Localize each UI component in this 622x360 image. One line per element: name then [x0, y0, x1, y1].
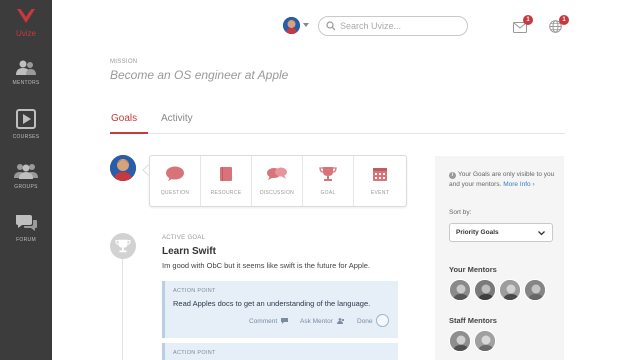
action-point-card: ACTION POINT [162, 343, 398, 360]
sidebar-item-label: FORUM [16, 237, 36, 243]
discussion-icon [267, 167, 287, 180]
question-button[interactable]: QUESTION [150, 156, 201, 206]
sidebar-item-mentors[interactable]: MENTORS [0, 60, 52, 86]
sidebar: Uvize MENTORS COURSES GROUPS FORUM [0, 0, 52, 360]
action-point-label: ACTION POINT [173, 288, 216, 294]
resource-label: RESOURCE [210, 190, 242, 196]
goal-description: Im good with ObC but it seems like swift… [162, 261, 371, 270]
search-box[interactable] [318, 16, 468, 36]
question-label: QUESTION [160, 190, 190, 196]
info-icon: i [449, 172, 456, 179]
sort-dropdown[interactable]: Priority Goals [449, 223, 553, 242]
sidebar-item-forum[interactable]: FORUM [0, 213, 52, 243]
book-icon [220, 167, 232, 181]
goal-label: GOAL [320, 190, 336, 196]
ask-mentor-button[interactable]: Ask Mentor [300, 318, 345, 325]
active-tab-indicator [110, 132, 148, 134]
app-root: Uvize MENTORS COURSES GROUPS FORUM Searc… [0, 0, 622, 360]
uvize-logo-icon [17, 8, 35, 23]
chevron-down-icon [538, 231, 545, 236]
more-info-link[interactable]: More Info › [503, 181, 534, 188]
ask-mentor-label: Ask Mentor [300, 318, 333, 325]
current-user-avatar [110, 155, 136, 181]
action-point-label: ACTION POINT [173, 350, 216, 356]
comment-label: Comment [249, 318, 278, 325]
brand-name: Uvize [15, 29, 36, 38]
your-mentors-title: Your Mentors [449, 265, 497, 274]
event-button[interactable]: EVENT [354, 156, 406, 206]
messages-badge: 1 [523, 15, 533, 25]
goal-button[interactable]: GOAL [303, 156, 354, 206]
discussion-label: DISCUSSION [259, 190, 295, 196]
goal-marker [110, 233, 136, 259]
timeline-line [122, 255, 123, 360]
discussion-button[interactable]: DISCUSSION [252, 156, 303, 206]
notifications-badge: 1 [559, 15, 569, 25]
tabs-divider [110, 133, 565, 134]
sidebar-item-label: GROUPS [14, 184, 38, 190]
notifications-button[interactable]: 1 [549, 15, 569, 38]
sidebar-item-label: MENTORS [12, 80, 40, 86]
search-icon [326, 21, 336, 31]
speech-bubble-icon [166, 166, 184, 181]
comment-button[interactable]: Comment [249, 318, 288, 325]
mission-label: MISSION [110, 59, 138, 65]
goal-title[interactable]: Learn Swift [162, 246, 216, 257]
search-input[interactable] [340, 19, 462, 33]
action-point-card: ACTION POINT Read Apples docs to get an … [162, 281, 398, 338]
avatar-image [283, 17, 300, 34]
mission-title: Become an OS engineer at Apple [110, 68, 289, 82]
tab-goals[interactable]: Goals [111, 113, 137, 124]
tab-activity[interactable]: Activity [161, 113, 193, 124]
mentors-icon [16, 60, 36, 75]
event-label: EVENT [370, 190, 390, 196]
calendar-icon [373, 168, 387, 181]
action-point-text: Read Apples docs to get an understanding… [173, 299, 371, 308]
mentor-avatar[interactable] [524, 279, 546, 301]
mentor-avatar[interactable] [499, 279, 521, 301]
play-icon [16, 109, 36, 129]
goals-sidebar-panel: i Your Goals are only visible to you and … [435, 156, 564, 360]
resource-button[interactable]: RESOURCE [201, 156, 252, 206]
sidebar-item-groups[interactable]: GROUPS [0, 162, 52, 190]
groups-icon [14, 164, 38, 179]
forum-icon [16, 215, 37, 231]
user-avatar[interactable] [283, 17, 300, 34]
mentor-avatar[interactable] [474, 279, 496, 301]
uvize-logo[interactable]: Uvize [0, 6, 52, 46]
user-menu-chevron-down-icon[interactable] [303, 23, 309, 27]
sidebar-item-label: COURSES [12, 134, 40, 140]
avatar-image [110, 155, 136, 181]
done-label: Done [357, 318, 373, 325]
staff-mentors-title: Staff Mentors [449, 316, 497, 325]
visibility-info: i Your Goals are only visible to you and … [449, 170, 561, 190]
trophy-icon [319, 167, 337, 181]
sidebar-item-courses[interactable]: COURSES [0, 108, 52, 140]
trophy-icon [115, 239, 131, 253]
messages-button[interactable]: 1 [513, 15, 533, 38]
visibility-info-text: Your Goals are only visible to you and y… [449, 171, 555, 188]
staff-mentor-avatar[interactable] [474, 330, 496, 352]
sort-selected-value: Priority Goals [456, 229, 499, 236]
comment-icon [281, 318, 288, 324]
sort-label: Sort by: [449, 209, 472, 216]
mentor-avatar[interactable] [449, 279, 471, 301]
staff-mentor-avatar[interactable] [449, 330, 471, 352]
goal-status: ACTIVE GOAL [162, 235, 206, 241]
mentors-icon [336, 318, 344, 324]
post-composer: QUESTION RESOURCE DISCUSSION GOAL EVENT [149, 155, 407, 207]
done-checkbox[interactable] [376, 314, 389, 327]
